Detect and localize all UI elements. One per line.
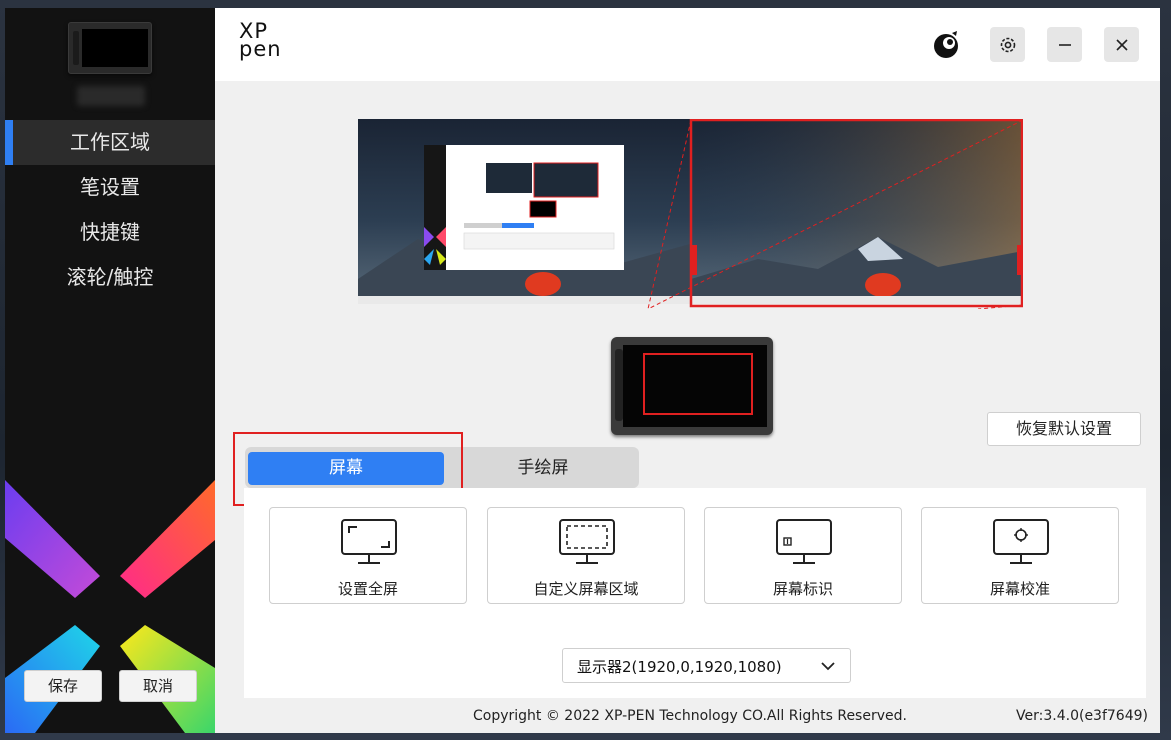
- sidebar-item-work-area[interactable]: 工作区域: [5, 120, 215, 165]
- device-screen: [82, 29, 148, 67]
- sidebar-item-pen-settings[interactable]: 笔设置: [5, 165, 215, 210]
- calibrate-screen-button[interactable]: 屏幕校准: [921, 507, 1119, 604]
- identify-monitor-icon: [776, 519, 832, 564]
- save-button[interactable]: 保存: [24, 670, 102, 702]
- device-keys: [73, 31, 79, 65]
- header: XP pen: [215, 8, 1160, 81]
- close-button[interactable]: [1104, 27, 1139, 62]
- chevron-down-icon: [821, 662, 835, 671]
- calibrate-monitor-icon: [993, 519, 1049, 564]
- sidebar: 工作区域 笔设置 快捷键 滚轮/触控 保存 取消: [5, 8, 215, 733]
- device-thumbnail[interactable]: [68, 22, 152, 74]
- tablet-keys: [615, 349, 623, 421]
- tab-screen[interactable]: 屏幕: [248, 452, 444, 485]
- copyright-text: Copyright © 2022 XP-PEN Technology CO.Al…: [473, 708, 907, 724]
- card-label: 设置全屏: [337, 580, 398, 598]
- gear-icon: [1000, 37, 1015, 52]
- work-area-main: 恢复默认设置 屏幕 手绘屏 设置全屏 自定义屏幕区域 屏幕标识 屏幕校准 显示器…: [215, 81, 1160, 733]
- device-name-blurred: [77, 86, 145, 106]
- card-label: 屏幕校准: [989, 580, 1050, 598]
- restore-defaults-button[interactable]: 恢复默认设置: [987, 412, 1141, 446]
- card-label: 自定义屏幕区域: [533, 580, 639, 598]
- tablet-preview: [611, 337, 773, 435]
- minimize-button[interactable]: [1047, 27, 1082, 62]
- tab-bar: 屏幕 手绘屏: [245, 447, 639, 488]
- sidebar-item-wheel-touch[interactable]: 滚轮/触控: [5, 255, 215, 300]
- xppen-logo: XP pen: [239, 21, 287, 61]
- settings-button[interactable]: [990, 27, 1025, 62]
- sidebar-item-shortcuts[interactable]: 快捷键: [5, 210, 215, 255]
- display-select-value: 显示器2(1920,0,1920,1080): [577, 658, 782, 676]
- custom-area-monitor-icon: [559, 519, 615, 564]
- footer: Copyright © 2022 XP-PEN Technology CO.Al…: [215, 698, 1160, 733]
- custom-screen-area-button[interactable]: 自定义屏幕区域: [487, 507, 685, 604]
- tablet-active-area[interactable]: [643, 353, 753, 415]
- sidebar-nav: 工作区域 笔设置 快捷键 滚轮/触控: [5, 120, 215, 300]
- close-icon: [1115, 38, 1128, 51]
- display-select[interactable]: 显示器2(1920,0,1920,1080): [562, 648, 851, 683]
- full-screen-monitor-icon: [341, 519, 397, 564]
- minimize-icon: [1058, 43, 1071, 46]
- monitor-2[interactable]: [689, 119, 1023, 308]
- brand-bottom: pen: [239, 37, 282, 61]
- screen-options-panel: 设置全屏 自定义屏幕区域 屏幕标识 屏幕校准: [244, 488, 1146, 733]
- user-icon[interactable]: [929, 27, 964, 62]
- cancel-button[interactable]: 取消: [119, 670, 197, 702]
- set-full-screen-button[interactable]: 设置全屏: [269, 507, 467, 604]
- user-avatar-icon: [933, 30, 958, 58]
- version-text: Ver:3.4.0(e3f7649): [1016, 708, 1148, 724]
- tab-pen-display[interactable]: 手绘屏: [445, 452, 641, 485]
- app-window: 工作区域 笔设置 快捷键 滚轮/触控 保存 取消 XP pen 恢复默认设置 屏…: [5, 8, 1160, 733]
- identify-screen-button[interactable]: 屏幕标识: [704, 507, 902, 604]
- card-label: 屏幕标识: [772, 580, 833, 598]
- monitor-preview: [358, 119, 1023, 309]
- monitor-1[interactable]: [358, 119, 690, 304]
